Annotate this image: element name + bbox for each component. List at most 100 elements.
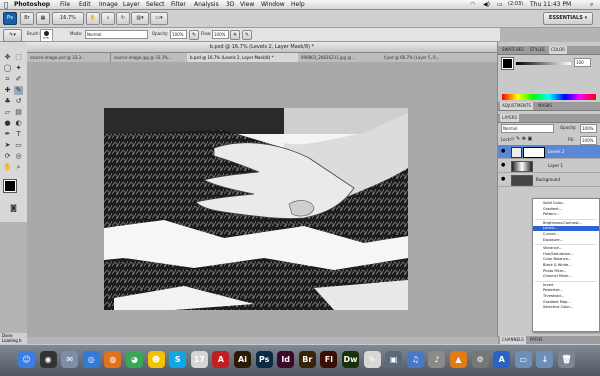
menu-item-gradient-map[interactable]: Gradient Map... xyxy=(533,300,599,305)
healing-brush-tool-icon[interactable]: ✚ xyxy=(3,86,12,95)
menu-item-exposure[interactable]: Exposure... xyxy=(533,238,599,243)
menu-edit[interactable]: Edit xyxy=(79,1,91,8)
layer-mask-thumbnail[interactable] xyxy=(523,147,545,158)
menu-3d[interactable]: 3D xyxy=(226,1,234,8)
menu-item-vibrance[interactable]: Vibrance... xyxy=(533,246,599,251)
flow-field[interactable]: 100% xyxy=(212,30,229,39)
tab-paths[interactable]: PATHS xyxy=(528,336,545,344)
dreamweaver-icon[interactable]: Dw xyxy=(342,351,359,368)
trash-icon[interactable]: 🗑 xyxy=(558,351,575,368)
color-spectrum[interactable] xyxy=(502,94,596,100)
menu-select[interactable]: Select xyxy=(146,1,165,8)
tab-adjustments[interactable]: ADJUSTMENTS xyxy=(500,102,533,110)
airbrush-toggle[interactable]: ✈ xyxy=(230,30,240,40)
tab-source-image-psd[interactable]: source-image.psd @ 33.3... xyxy=(27,53,111,62)
menu-item-hue-saturation[interactable]: Hue/Saturation... xyxy=(533,252,599,257)
hand-tool-button[interactable]: ✋ xyxy=(86,12,100,25)
move-tool-icon[interactable]: ✥ xyxy=(3,53,12,62)
screen-mode-button[interactable]: ▭▾ xyxy=(150,12,168,25)
layer-name[interactable]: Layer 1 xyxy=(548,163,563,168)
mail-icon[interactable]: ✉ xyxy=(61,351,79,368)
system-icon[interactable]: ⚙ xyxy=(471,351,489,368)
bridge-icon[interactable]: Br xyxy=(298,351,316,368)
indesign-icon[interactable]: Id xyxy=(277,351,295,368)
menu-item-gradient[interactable]: Gradient... xyxy=(533,207,599,212)
gradient-tool-icon[interactable]: ▤ xyxy=(14,108,23,117)
tab-color[interactable]: COLOR xyxy=(549,46,567,54)
tab-layers[interactable]: LAYERS xyxy=(500,114,520,122)
menu-analysis[interactable]: Analysis xyxy=(194,1,219,8)
apps-icon[interactable]: A xyxy=(493,351,511,368)
folder-icon[interactable]: ▭ xyxy=(514,351,532,368)
tab-swatches[interactable]: SWATCHES xyxy=(500,46,526,54)
volume-icon[interactable]: ◀) xyxy=(483,1,490,8)
tab-masks[interactable]: MASKS xyxy=(536,102,554,110)
menu-item-invert[interactable]: Invert xyxy=(533,283,599,288)
menu-item-color-balance[interactable]: Color Balance... xyxy=(533,257,599,262)
menu-item-levels[interactable]: Levels... xyxy=(533,226,599,232)
view-extras-button[interactable]: ▦ xyxy=(36,12,50,25)
menu-item-channel-mixer[interactable]: Channel Mixer... xyxy=(533,274,599,279)
layers-opacity-field[interactable]: 100% xyxy=(580,124,597,133)
eraser-tool-icon[interactable]: ▱ xyxy=(3,108,12,117)
layer-name[interactable]: Levels 2 xyxy=(548,149,564,154)
downloads-icon[interactable]: ↓ xyxy=(536,351,554,368)
firefox-icon[interactable]: ◍ xyxy=(104,351,122,368)
menu-layer[interactable]: Layer xyxy=(123,1,140,8)
menu-item-threshold[interactable]: Threshold... xyxy=(533,294,599,299)
finder-icon[interactable]: ☺ xyxy=(18,351,35,368)
menu-item-posterize[interactable]: Posterize... xyxy=(533,288,599,293)
opacity-field[interactable]: 100% xyxy=(170,30,187,39)
3d-rotate-tool-icon[interactable]: ⟳ xyxy=(3,152,12,161)
lasso-tool-icon[interactable]: ◯ xyxy=(3,64,12,73)
brush-preview[interactable]: 175 xyxy=(40,29,53,42)
dodge-tool-icon[interactable]: ◐ xyxy=(14,119,23,128)
tool-preset-picker[interactable]: ✎▾ xyxy=(3,29,22,42)
dashboard-icon[interactable]: ◉ xyxy=(39,351,57,368)
tab-b-psd[interactable]: b.psd @ 16.7% (Levels 2, Layer Mask/8) * xyxy=(187,53,299,62)
menu-filter[interactable]: Filter xyxy=(171,1,186,8)
apple-icon[interactable]:  xyxy=(4,1,8,9)
wifi-icon[interactable]: ◠ xyxy=(470,1,475,8)
lock-icons[interactable]: ▫ ✎ ✥ ▣ xyxy=(511,136,532,142)
tablet-size-toggle[interactable]: ✎ xyxy=(242,30,252,40)
messenger-icon[interactable]: ☻ xyxy=(147,351,165,368)
photoshop-icon[interactable]: Ps xyxy=(255,351,273,368)
tablet-opacity-toggle[interactable]: ✎ xyxy=(189,30,199,40)
brush-tool-icon[interactable]: ✎ xyxy=(14,86,23,95)
menu-item-selective-color[interactable]: Selective Color... xyxy=(533,305,599,310)
zoom-select[interactable]: 16.7% xyxy=(52,12,84,25)
tab-styles[interactable]: STYLES xyxy=(528,46,547,54)
safari-icon[interactable]: ◎ xyxy=(82,351,100,368)
workspace-switcher[interactable]: ESSENTIALS ▾ xyxy=(543,12,593,25)
clone-stamp-tool-icon[interactable]: ♣ xyxy=(3,97,12,106)
color-foreground-swatch[interactable] xyxy=(501,57,514,70)
marquee-tool-icon[interactable]: ⬚ xyxy=(14,53,23,62)
fireworks-icon[interactable]: Fl xyxy=(320,351,338,368)
calendar-icon[interactable]: 17 xyxy=(190,351,208,368)
rotate-view-button[interactable]: ↻ xyxy=(116,12,130,25)
blend-mode-select[interactable]: Normal xyxy=(501,124,554,133)
mode-select[interactable]: Normal xyxy=(85,30,148,39)
acrobat-icon[interactable]: A xyxy=(212,351,230,368)
foreground-color-swatch[interactable] xyxy=(3,179,17,193)
eye-icon[interactable]: ● xyxy=(501,176,505,182)
skype-icon[interactable]: S xyxy=(169,351,187,368)
chrome-icon[interactable]: ◕ xyxy=(126,351,143,368)
menu-item-black-white[interactable]: Black & White... xyxy=(533,263,599,268)
menu-window[interactable]: Window xyxy=(261,1,285,8)
clock[interactable]: Thu 11:43 PM xyxy=(530,1,571,8)
launch-bridge-button[interactable]: Br xyxy=(20,12,34,25)
pen-tool-icon[interactable]: ✒ xyxy=(3,130,12,139)
preview-icon[interactable]: ▣ xyxy=(385,351,403,368)
tab-f-psd[interactable]: f.psd @ 66.7% (Layer 5, R... xyxy=(381,53,499,62)
eye-icon[interactable]: ● xyxy=(501,162,505,168)
menu-item-solid-color[interactable]: Solid Color... xyxy=(533,201,599,206)
menu-item-brightness-contrast[interactable]: Brightness/Contrast... xyxy=(533,221,599,226)
canvas-image[interactable] xyxy=(104,108,408,310)
menu-view[interactable]: View xyxy=(240,1,254,8)
layer-name[interactable]: Background xyxy=(536,177,560,182)
layer-row-background[interactable]: ● Background xyxy=(498,173,600,187)
shape-tool-icon[interactable]: ▭ xyxy=(14,141,23,150)
quick-select-tool-icon[interactable]: ✦ xyxy=(14,64,23,73)
